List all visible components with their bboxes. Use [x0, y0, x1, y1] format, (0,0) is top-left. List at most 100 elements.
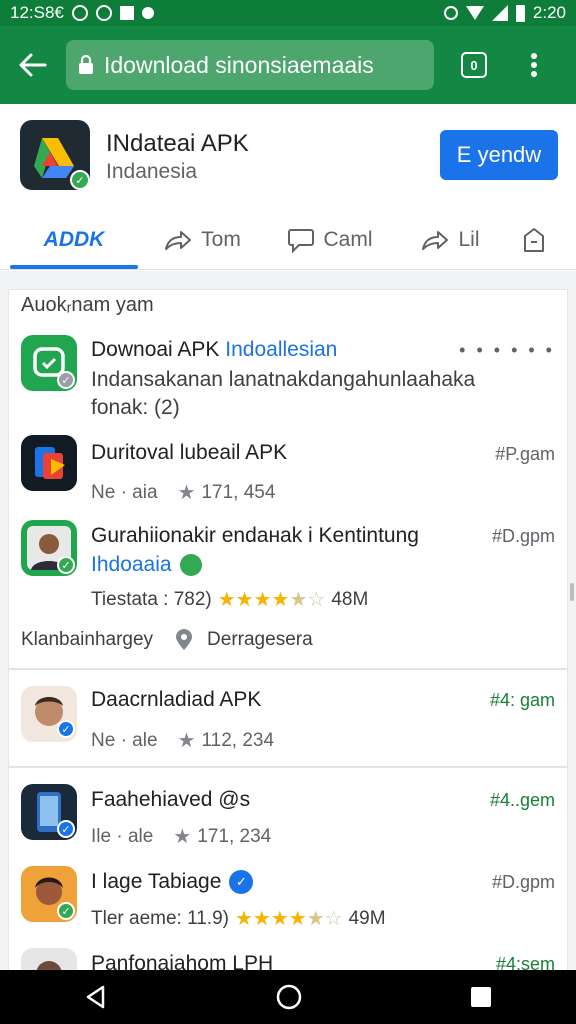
tab-comment[interactable]: Caml: [266, 212, 394, 268]
alarm-icon: [443, 6, 458, 20]
list-item-right-label: #4..gem: [489, 790, 555, 810]
tab-share-label: Tom: [201, 228, 241, 251]
list-item-title: Daacrnladiad APK: [91, 688, 262, 711]
list-item-title: Duritoval lubeail APK: [91, 441, 288, 464]
nav-home-icon[interactable]: [275, 983, 303, 1011]
list-item-meta: Ne · ale ★ 112, 234: [91, 728, 274, 753]
avatar: ✓: [21, 520, 77, 576]
list-item-meta-left: Tler aeme: 11.9): [91, 907, 229, 929]
list-item-right-label: #D.gpm: [491, 526, 555, 546]
forward-icon: [422, 231, 449, 250]
google-icon: [95, 5, 112, 21]
list-item-meta-left: Ne · ale: [91, 729, 158, 751]
lock-icon: [79, 55, 93, 74]
app-icon: ✓: [21, 335, 77, 391]
more-dots-icon[interactable]: • • • • • •: [459, 340, 555, 361]
footer-right-label[interactable]: Derragesera: [207, 629, 313, 651]
globe-icon: [179, 554, 202, 576]
tab-forward[interactable]: Lil: [394, 212, 506, 268]
results-card: ✓ Faahehiaved @s #4..gem Ile · ale ★ 171…: [8, 767, 568, 1004]
bookmark-button[interactable]: [506, 212, 562, 268]
status-time-left: 12:S8€: [10, 3, 64, 22]
list-item-meta: Ne · aia ★ 171, 454: [91, 480, 275, 505]
list-item-right-label: #4: gam: [489, 690, 555, 710]
list-item-rating: 171, 454: [201, 481, 276, 503]
install-button[interactable]: E yendw: [440, 130, 558, 180]
active-tab-indicator: [10, 265, 138, 269]
nav-recents-icon[interactable]: [469, 985, 493, 1009]
verified-badge-icon: ✓: [57, 902, 75, 920]
list-item-description: Indansakanan lanatnakdangahunlaahaka: [91, 368, 476, 391]
list-item-meta: Tler aeme: 11.9) ★★★★★☆ 49M: [91, 906, 386, 931]
list-item-rating: 171, 234: [197, 825, 272, 847]
list-item-meta-left: Ne · aia: [91, 481, 158, 503]
list-item-description-2: fonak: (2): [91, 396, 180, 419]
tab-comment-label: Caml: [323, 228, 373, 251]
list-item-card[interactable]: ✓ Daacrnladiad APK #4: gam Ne · ale ★ 11…: [8, 669, 568, 767]
address-bar[interactable]: Idownload sinonsiaemaais: [66, 40, 434, 90]
results-card: Auokᵣnam yam ✓ Downoai APK Indoallesian …: [8, 289, 568, 669]
tab-switcher-button[interactable]: 0: [434, 52, 514, 78]
list-item-meta-left: Tiestata : 782): [91, 588, 212, 610]
tab-apk-label: ADDK: [43, 228, 105, 251]
app-subtitle: Indanesia: [106, 160, 198, 183]
list-item-title-text: Downoai APK: [91, 338, 220, 361]
app-icon: ✓: [21, 784, 77, 840]
list-item-meta: Tiestata : 782) ★★★★★☆ 48M: [91, 587, 368, 612]
section-label: Auokᵣnam yam: [21, 294, 154, 316]
back-arrow-icon: [19, 53, 47, 77]
dot-notification-icon: [141, 7, 154, 19]
more-vert-icon: [531, 53, 537, 77]
rating-stars-icon: ★★★★★☆: [234, 908, 343, 930]
tab-bar: ADDK Tom Caml Lil: [0, 212, 576, 270]
rating-stars-icon: ★★★★★☆: [217, 589, 326, 611]
list-item-meta: Ile · ale ★ 171, 234: [91, 824, 271, 849]
scrollbar[interactable]: [570, 583, 574, 601]
tab-share[interactable]: Tom: [138, 212, 266, 268]
app-notification-icon: [119, 6, 134, 20]
files-app-icon: [35, 447, 65, 479]
list-item-size: 48M: [331, 588, 369, 610]
app-header: ✓ INdateai APK Indanesia E yendw ADDK To…: [0, 104, 576, 270]
wifi-icon: [465, 6, 484, 20]
avatar: ✓: [21, 866, 77, 922]
list-item-title-text: I lage Tabiage: [91, 870, 222, 893]
system-nav-bar: [0, 970, 576, 1024]
list-item-size: 49M: [348, 907, 386, 929]
verified-badge-icon: ✓: [70, 170, 90, 190]
notification-icon: [71, 5, 88, 21]
app-title: INdateai APK: [106, 130, 249, 157]
avatar: ✓: [21, 686, 77, 742]
list-item-title: Faahehiaved @s: [91, 788, 251, 811]
share-icon: [165, 231, 192, 250]
list-item-right-label: #P.gam: [495, 444, 555, 464]
star-icon: ★: [177, 730, 196, 752]
app-icon: [21, 435, 77, 491]
verified-badge-icon: ✓: [229, 870, 254, 894]
list-item-subtitle-text: Ihdoaaia: [91, 553, 172, 576]
back-button[interactable]: [0, 26, 66, 104]
list-item-subtitle: Ihdoaaia: [91, 553, 202, 577]
app-icon[interactable]: ✓: [20, 120, 90, 190]
status-bar: 12:S8€ 2:20: [0, 0, 576, 26]
tab-apk[interactable]: ADDK: [10, 212, 138, 268]
list-item-meta-left: Ile · ale: [91, 825, 154, 847]
verified-badge-icon: ✓: [57, 371, 75, 389]
list-item-title: Gurahiionakir endaнak i Kentintung: [91, 524, 419, 547]
card-footer: Klanbainhargey Derragesera: [21, 628, 313, 652]
nav-back-icon[interactable]: [83, 984, 109, 1010]
star-icon: ★: [173, 826, 192, 848]
list-item-title-highlight: Indoallesian: [225, 338, 338, 361]
url-text: Idownload sinonsiaemaais: [104, 51, 374, 78]
list-item-rating: 112, 234: [201, 729, 275, 751]
status-time-right: 2:20: [532, 3, 566, 22]
verified-badge-icon: ✓: [57, 720, 75, 738]
overflow-menu-button[interactable]: [514, 52, 554, 78]
verified-badge-icon: ✓: [57, 820, 75, 838]
tab-forward-label: Lil: [458, 228, 480, 251]
signal-icon: [491, 5, 508, 21]
list-item-title: I lage Tabiage ✓: [91, 870, 254, 894]
list-item-right-label: #D.gpm: [491, 872, 555, 892]
browser-toolbar: Idownload sinonsiaemaais 0: [0, 26, 576, 104]
comment-icon: [288, 229, 315, 253]
